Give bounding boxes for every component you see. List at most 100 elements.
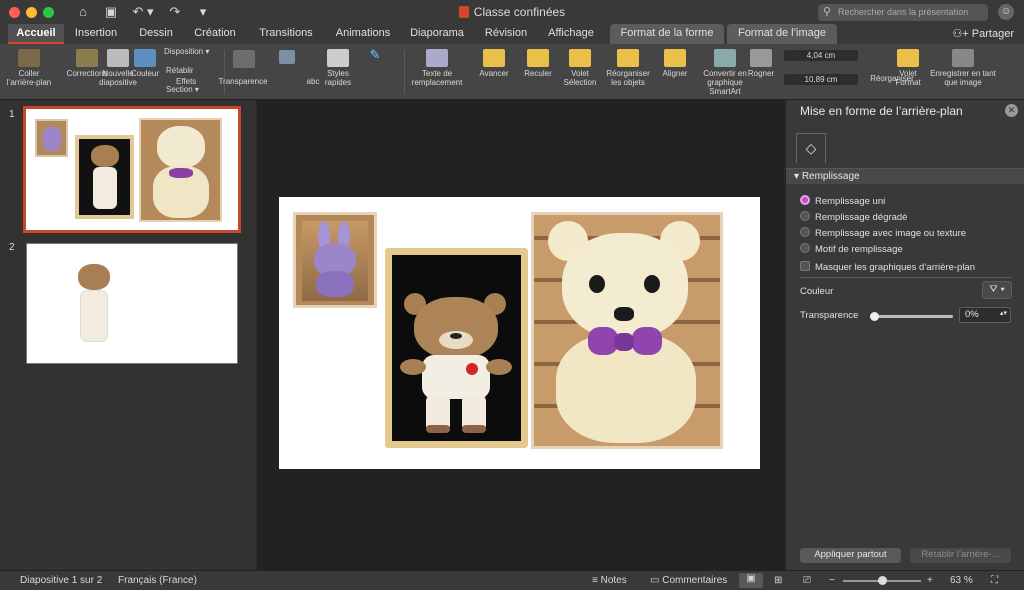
- bring-forward-icon: [483, 49, 505, 67]
- normal-view-icon: ▣: [746, 573, 756, 584]
- section-button[interactable]: Section ▾: [166, 85, 220, 94]
- radio-selected-icon: [800, 195, 810, 205]
- zoom-in-button[interactable]: +: [927, 575, 933, 586]
- slider-thumb[interactable]: [870, 312, 879, 321]
- zoom-slider[interactable]: [843, 576, 921, 585]
- apply-all-button[interactable]: Appliquer partout: [800, 548, 901, 563]
- tab-accueil[interactable]: Accueil: [8, 24, 64, 44]
- bring-forward-button[interactable]: Avancer: [474, 49, 514, 78]
- picture-tools-icon: [233, 50, 255, 68]
- slides-panel: 1 2: [0, 100, 256, 570]
- share-label: Partager: [971, 28, 1014, 40]
- normal-view-button[interactable]: ▣: [739, 573, 763, 588]
- transparency-button[interactable]: Transparence: [214, 77, 272, 86]
- hide-bg-graphics-label: Masquer les graphiques d’arrière-plan: [815, 262, 976, 273]
- color-label: Couleur: [800, 286, 834, 297]
- tab-transitions[interactable]: Transitions: [251, 24, 321, 44]
- paste-button[interactable]: Coller l’arrière-plan: [4, 49, 54, 87]
- brown-bear-photo[interactable]: [385, 248, 528, 448]
- quick-styles-button[interactable]: Styles rapides: [318, 49, 358, 87]
- tab-format-forme[interactable]: Format de la forme: [610, 24, 724, 44]
- radio-icon: [800, 211, 810, 221]
- reset-button[interactable]: Rétablir: [166, 66, 220, 75]
- notes-icon: ≡: [592, 575, 601, 586]
- smartart-label-2: graphique SmartArt: [707, 78, 743, 96]
- color-label: Couleur: [130, 69, 159, 78]
- white-bear-photo-thumb: [139, 118, 222, 222]
- user-account-icon[interactable]: ☺: [998, 4, 1014, 20]
- height-value: 4,04 cm: [806, 51, 836, 60]
- tab-dessin[interactable]: Dessin: [132, 24, 180, 44]
- tab-revision[interactable]: Révision: [479, 24, 533, 44]
- color-button[interactable]: Couleur: [128, 49, 162, 78]
- crop-button[interactable]: Rogner: [742, 49, 780, 78]
- hide-bg-graphics-checkbox[interactable]: Masquer les graphiques d’arrière-plan: [800, 261, 975, 275]
- reorder-objects-button[interactable]: Réorganiser les objets: [602, 49, 654, 87]
- tab-diaporama[interactable]: Diaporama: [403, 24, 471, 44]
- current-slide[interactable]: [279, 197, 760, 469]
- save-as-picture-button[interactable]: Enregistrer en tant que image: [928, 49, 998, 87]
- reset-background-button[interactable]: Rétablir l’arrière-...: [910, 548, 1011, 563]
- tab-affichage[interactable]: Affichage: [539, 24, 603, 44]
- transparency-slider[interactable]: [870, 312, 953, 321]
- tab-creation[interactable]: Création: [186, 24, 244, 44]
- width-field[interactable]: 10,89 cm: [784, 74, 858, 85]
- selection-pane-button[interactable]: Volet Sélection: [560, 49, 600, 87]
- tab-insertion[interactable]: Insertion: [68, 24, 124, 44]
- transparency-value: 0%: [965, 309, 979, 320]
- format-pane-label-2: Format: [895, 78, 921, 87]
- ribbon-separator: [224, 50, 225, 94]
- pen-icon: ✎: [369, 47, 381, 62]
- alt-text-icon: [426, 49, 448, 67]
- zoom-level[interactable]: 63 %: [950, 575, 973, 586]
- fill-color-button[interactable]: ⛛ ▾: [982, 281, 1012, 299]
- bunny-photo[interactable]: [293, 212, 377, 308]
- transparency-label: Transparence: [218, 77, 268, 86]
- search-icon: ⚲: [823, 6, 832, 18]
- selection-pane-icon: [569, 49, 591, 67]
- slide-thumbnail-2[interactable]: [26, 243, 238, 364]
- powerpoint-file-icon: [458, 6, 469, 18]
- pen-color-button[interactable]: ✎: [364, 47, 386, 62]
- picture-fill-radio[interactable]: Remplissage avec image ou texture: [800, 227, 966, 241]
- ribbon-tabs: Accueil Insertion Dessin Création Transi…: [0, 24, 1024, 44]
- crop-label: Rogner: [747, 69, 775, 78]
- stepper-icon[interactable]: ▴▾: [1000, 309, 1007, 317]
- comments-button[interactable]: ▭ Commentaires: [650, 575, 727, 586]
- search-input[interactable]: ⚲ Rechercher dans la présentation: [818, 4, 988, 21]
- slideshow-button[interactable]: ⎚: [803, 575, 811, 586]
- send-backward-button[interactable]: Reculer: [518, 49, 558, 78]
- selection-pane-label: Volet: [571, 69, 589, 78]
- layout-button[interactable]: Disposition ▾: [164, 47, 218, 56]
- picture-tools-icon-group[interactable]: [230, 50, 258, 70]
- save-as-picture-icon: [952, 49, 974, 67]
- alt-text-button[interactable]: Texte de remplacement: [404, 49, 470, 87]
- slide-number: 1: [9, 109, 15, 120]
- tab-animations[interactable]: Animations: [328, 24, 398, 44]
- sorter-view-button[interactable]: ⊞: [774, 575, 782, 586]
- zoom-out-button[interactable]: −: [829, 575, 835, 586]
- gradient-fill-radio[interactable]: Remplissage dégradé: [800, 211, 907, 225]
- solid-fill-radio[interactable]: Remplissage uni: [800, 195, 885, 209]
- crop-shape-button[interactable]: [274, 50, 300, 66]
- fit-to-window-button[interactable]: ⛶: [991, 575, 998, 586]
- align-button[interactable]: Aligner: [656, 49, 694, 78]
- tab-format-image[interactable]: Format de l’image: [727, 24, 837, 44]
- transparency-input[interactable]: 0% ▴▾: [959, 307, 1011, 323]
- comments-label: Commentaires: [662, 575, 728, 586]
- fill-bucket-icon[interactable]: ◇: [796, 133, 826, 163]
- white-bear-photo[interactable]: [531, 212, 723, 449]
- share-button[interactable]: ⚇+ Partager: [952, 27, 1014, 40]
- height-field[interactable]: 4,04 cm: [784, 50, 858, 61]
- notes-button[interactable]: ≡ Notes: [592, 575, 627, 586]
- fill-section-header[interactable]: ▾ Remplissage: [786, 168, 1024, 184]
- slide-thumbnail-1[interactable]: [23, 106, 241, 233]
- reset-label: Rétablir: [166, 66, 194, 75]
- zoom-thumb[interactable]: [878, 576, 887, 585]
- new-slide-label-2: diapositive: [99, 78, 137, 87]
- reorder-label: Réorganiser: [606, 69, 650, 78]
- format-pane-button[interactable]: Volet Format: [884, 49, 932, 87]
- language-indicator[interactable]: Français (France): [118, 575, 197, 586]
- close-icon[interactable]: ✕: [1005, 104, 1018, 117]
- pattern-fill-radio[interactable]: Motif de remplissage: [800, 243, 903, 257]
